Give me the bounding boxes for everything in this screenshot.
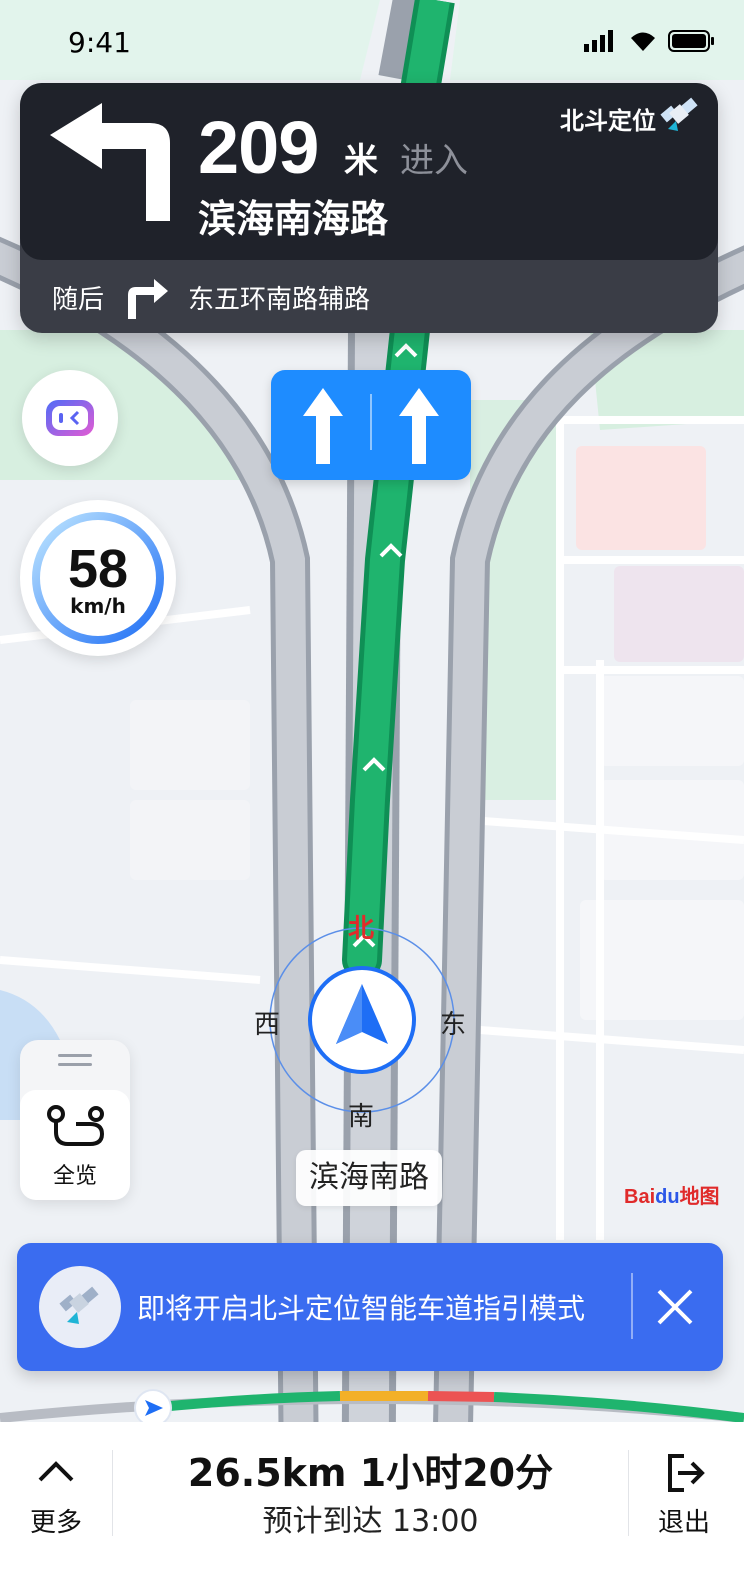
more-label: 更多: [29, 1508, 82, 1538]
turn-action: 进入: [400, 141, 468, 181]
next-road-name: 滨海南海路: [198, 197, 389, 241]
route-overview-icon: [47, 1105, 105, 1146]
speed-value: 58: [67, 539, 129, 599]
notice-message: 即将开启北斗定位智能车道指引模式: [137, 1292, 586, 1325]
signal-icon: [584, 30, 613, 52]
wifi-icon: [631, 32, 655, 51]
then-label: 随后: [52, 285, 105, 315]
assistant-icon: [46, 400, 94, 436]
exit-label: 退出: [657, 1508, 710, 1538]
speed-unit: km/h: [70, 594, 126, 618]
turn-right-icon: [128, 279, 168, 319]
exit-icon: [668, 1454, 705, 1492]
lane-guidance-notice[interactable]: 即将开启北斗定位智能车道指引模式: [17, 1243, 723, 1371]
then-road-name: 东五环南路辅路: [188, 285, 371, 315]
compass-south: 南: [348, 1102, 375, 1132]
compass-west: 西: [254, 1010, 281, 1040]
lane-straight-icon: [399, 388, 439, 464]
baidu-map-logo: Baidu地图: [624, 1186, 720, 1208]
arrival-time: 预计到达 13:00: [262, 1504, 479, 1539]
lane-guidance: [271, 370, 471, 480]
positioning-label: 北斗定位: [560, 107, 656, 135]
satellite-badge: [39, 1266, 121, 1348]
turn-distance: 209: [198, 106, 319, 189]
status-bar: 9:41: [0, 0, 744, 80]
satellite-icon: [59, 1286, 99, 1324]
satellite-icon: [660, 97, 698, 131]
compass-north: 北: [348, 914, 375, 944]
turn-guidance-card[interactable]: 209 米 进入 滨海南海路 北斗定位 随后 东五环南路辅路: [20, 83, 718, 333]
speedometer: 58 km/h: [20, 500, 176, 656]
chevron-up-icon: [38, 1461, 74, 1482]
lane-straight-icon: [303, 388, 343, 464]
close-icon[interactable]: [653, 1285, 697, 1329]
status-time: 9:41: [68, 26, 131, 59]
current-road-label: 滨海南路: [296, 1150, 442, 1206]
drag-handle-icon[interactable]: [58, 1054, 92, 1068]
voice-assistant-button[interactable]: [22, 370, 118, 466]
battery-icon: [668, 30, 714, 52]
turn-left-icon: [50, 103, 170, 221]
compass: 北 西 东 南: [254, 914, 466, 1132]
trip-summary: 26.5km 1小时20分: [187, 1451, 554, 1495]
overview-label: 全览: [52, 1164, 97, 1189]
compass-east: 东: [440, 1010, 467, 1040]
distance-unit: 米: [344, 141, 378, 181]
overview-panel[interactable]: 全览: [20, 1040, 130, 1200]
car-location-icon: [336, 984, 388, 1044]
